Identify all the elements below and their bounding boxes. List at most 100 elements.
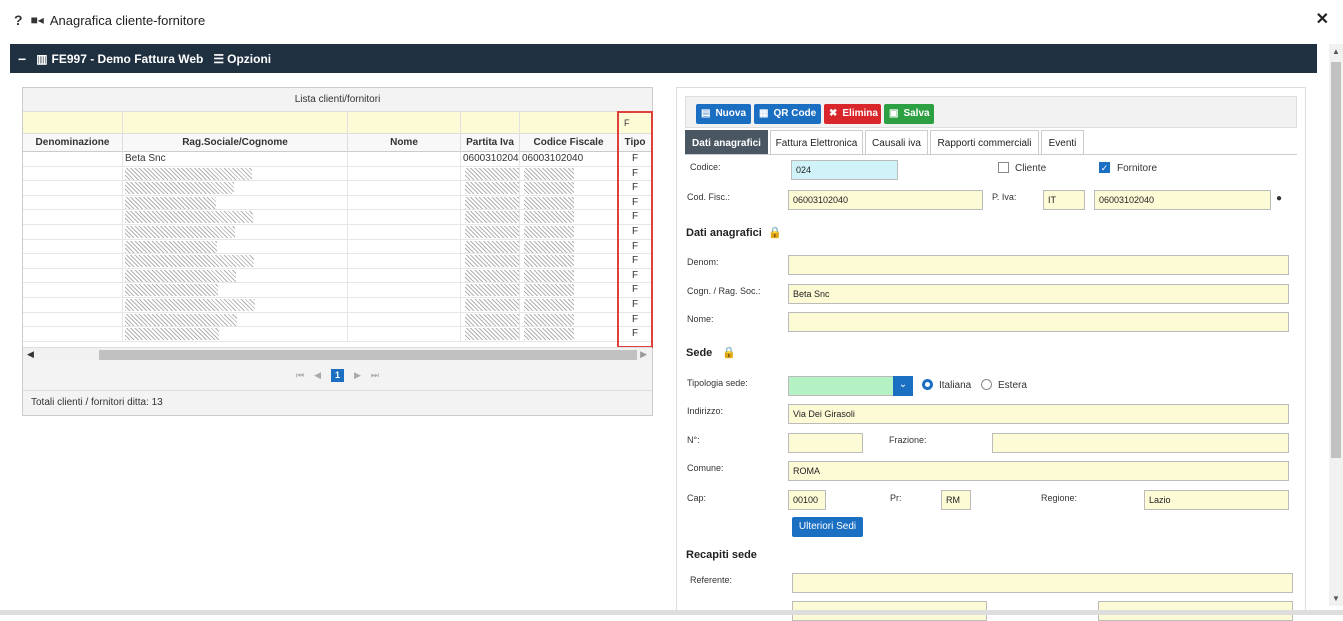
next-page-icon[interactable]: ▶: [354, 370, 361, 381]
provincia-input[interactable]: RM: [941, 490, 971, 510]
table-row[interactable]: F: [23, 283, 652, 298]
referente-input[interactable]: [792, 573, 1293, 593]
italiana-radio[interactable]: [922, 379, 933, 390]
chevron-down-icon[interactable]: ⌄: [893, 376, 913, 396]
first-page-icon[interactable]: ⏮: [296, 370, 304, 381]
piva-input[interactable]: 06003102040: [1094, 190, 1271, 210]
indirizzo-input[interactable]: Via Dei Girasoli: [788, 404, 1289, 424]
regione-input[interactable]: Lazio: [1144, 490, 1289, 510]
scroll-up-icon[interactable]: ▲: [1332, 47, 1340, 56]
cap-input[interactable]: 00100: [788, 490, 826, 510]
scroll-left-icon[interactable]: ◀: [27, 349, 34, 360]
grid-totals: Totali clienti / fornitori ditta: 13: [23, 391, 652, 415]
nome-input[interactable]: [788, 312, 1289, 332]
scroll-right-icon[interactable]: ▶: [640, 349, 647, 360]
collapse-icon[interactable]: −: [18, 51, 26, 67]
table-row[interactable]: F: [23, 239, 652, 255]
nome-label: Nome:: [687, 314, 714, 324]
fornitore-checkbox[interactable]: ✓: [1099, 162, 1110, 173]
table-row[interactable]: F: [23, 268, 652, 284]
redacted-value: [524, 269, 574, 282]
cognome-input[interactable]: Beta Snc: [788, 284, 1289, 304]
table-row[interactable]: F: [23, 254, 652, 269]
comune-input[interactable]: ROMA: [788, 461, 1289, 481]
filter-tipo[interactable]: F: [618, 112, 652, 134]
cliente-checkbox[interactable]: [998, 162, 1009, 173]
cell-ragsociale: [123, 283, 348, 298]
cell-ragsociale: [123, 195, 348, 210]
page-number[interactable]: 1: [331, 369, 344, 382]
cell-nome: [348, 166, 461, 181]
piva-country-input[interactable]: IT: [1043, 190, 1085, 210]
filter-denominazione[interactable]: [23, 112, 123, 134]
scroll-down-icon[interactable]: ▼: [1332, 594, 1340, 603]
close-icon[interactable]: ✕: [1316, 9, 1329, 29]
grid-hscrollbar[interactable]: ◀ ▶: [23, 347, 652, 361]
lock-icon[interactable]: 🔒: [722, 346, 736, 359]
col-codicefiscale[interactable]: Codice Fiscale: [520, 134, 618, 152]
cell-nome: [348, 181, 461, 196]
salva-button[interactable]: ▣ Salva: [884, 104, 934, 124]
col-denominazione[interactable]: Denominazione: [23, 134, 123, 152]
globe-icon[interactable]: ●: [1276, 193, 1282, 204]
sliders-icon[interactable]: ☰: [213, 52, 224, 66]
cell-codicefiscale: [520, 166, 618, 181]
referente-label: Referente:: [690, 575, 733, 585]
cell-partitaiva: [461, 239, 520, 254]
table-row[interactable]: F: [23, 166, 652, 182]
tab-causali-iva[interactable]: Causali iva: [865, 130, 928, 155]
redacted-value: [125, 298, 255, 311]
detail-form: ▤ Nuova ▦ QR Code ✖ Elimina ▣ Salva Dati ana…: [676, 87, 1306, 621]
tipologia-label: Tipologia sede:: [687, 378, 748, 388]
table-row[interactable]: F: [23, 327, 652, 342]
numero-input[interactable]: [788, 433, 863, 453]
prev-page-icon[interactable]: ◀: [314, 370, 321, 381]
table-row[interactable]: F: [23, 210, 652, 225]
estera-radio[interactable]: [981, 379, 992, 390]
col-tipo[interactable]: Tipo: [618, 134, 652, 152]
options-menu[interactable]: Opzioni: [227, 52, 271, 66]
denom-input[interactable]: [788, 255, 1289, 275]
scrollbar-thumb[interactable]: [1331, 62, 1341, 458]
filter-nome[interactable]: [348, 112, 461, 134]
qr-code-button[interactable]: ▦ QR Code: [754, 104, 821, 124]
tab-fattura-elettronica[interactable]: Fattura Elettronica: [770, 130, 863, 155]
hscroll-thumb[interactable]: [99, 350, 637, 360]
last-page-icon[interactable]: ⏭: [371, 370, 379, 381]
page-scrollbar[interactable]: ▲ ▼: [1329, 44, 1343, 606]
col-nome[interactable]: Nome: [348, 134, 461, 152]
table-row[interactable]: F: [23, 195, 652, 211]
col-partitaiva[interactable]: Partita Iva: [461, 134, 520, 152]
table-row[interactable]: F: [23, 224, 652, 240]
lock-icon[interactable]: 🔒: [768, 226, 782, 239]
redacted-value: [125, 255, 254, 268]
elimina-button[interactable]: ✖ Elimina: [824, 104, 881, 124]
table-row[interactable]: F: [23, 312, 652, 328]
codfisc-input[interactable]: 06003102040: [788, 190, 983, 210]
cell-codicefiscale: [520, 210, 618, 225]
ulteriori-sedi-button[interactable]: Ulteriori Sedi: [792, 517, 863, 537]
tab-dati-anagrafici[interactable]: Dati anagrafici: [685, 130, 768, 155]
tipologia-select[interactable]: [788, 376, 894, 396]
filter-partitaiva[interactable]: [461, 112, 520, 134]
col-ragsociale[interactable]: Rag.Sociale/Cognome: [123, 134, 348, 152]
filter-ragsociale[interactable]: [123, 112, 348, 134]
tab-rapporti-commerciali[interactable]: Rapporti commerciali: [930, 130, 1039, 155]
tab-eventi[interactable]: Eventi: [1041, 130, 1084, 155]
pr-label: Pr:: [890, 493, 902, 503]
video-camera-icon[interactable]: ■◂: [31, 13, 44, 27]
filter-codicefiscale[interactable]: [520, 112, 618, 134]
table-row[interactable]: Beta Snc 06003102040 06003102040 F: [23, 152, 652, 167]
help-icon[interactable]: ?: [14, 12, 23, 28]
bottom-edge: [0, 610, 1343, 615]
table-row[interactable]: F: [23, 297, 652, 313]
nuova-button[interactable]: ▤ Nuova: [696, 104, 751, 124]
redacted-value: [465, 182, 519, 195]
codice-input[interactable]: 024: [791, 160, 898, 180]
cell-partitaiva: [461, 195, 520, 210]
table-row[interactable]: F: [23, 181, 652, 196]
frazione-input[interactable]: [992, 433, 1289, 453]
grid-caption: Lista clienti/fornitori: [23, 88, 652, 112]
cell-nome: [348, 327, 461, 342]
redacted-value: [524, 240, 574, 253]
